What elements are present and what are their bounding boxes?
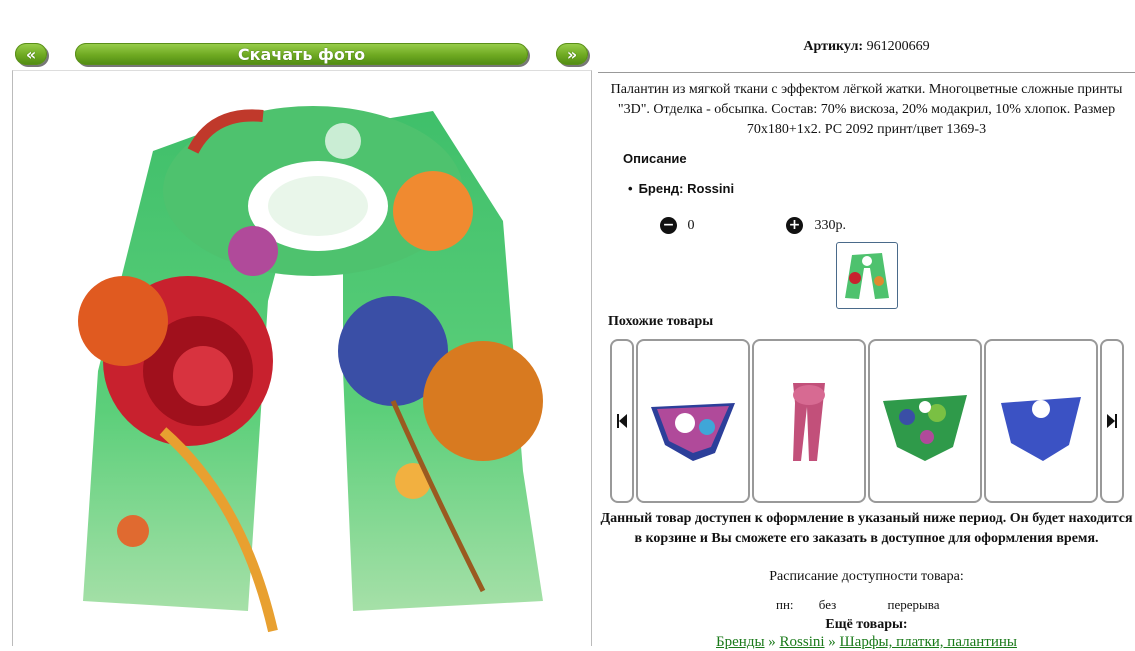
article-line: Артикул: 961200669 xyxy=(598,39,1135,55)
article-value: 961200669 xyxy=(866,39,930,54)
similar-item-1[interactable] xyxy=(636,339,750,503)
schedule-row: пн: без перерыва xyxy=(776,597,940,613)
carousel-next-button[interactable] xyxy=(1100,339,1124,503)
skip-back-icon xyxy=(617,414,627,428)
similar-item-4[interactable] xyxy=(984,339,1098,503)
product-photo-frame xyxy=(12,70,592,646)
product-description: Палантин из мягкой ткани с эффектом лёгк… xyxy=(610,82,1123,137)
plus-circle-icon[interactable]: + xyxy=(786,217,803,234)
product-photo[interactable] xyxy=(13,71,591,646)
article-label: Артикул: xyxy=(803,39,864,54)
breadcrumb-separator: » xyxy=(764,634,780,650)
price-value: 330р. xyxy=(814,217,847,233)
prev-photo-button[interactable]: « xyxy=(15,43,47,65)
breadcrumb-separator: » xyxy=(824,634,840,650)
schedule-to: перерыва xyxy=(887,597,940,612)
availability-notice: Данный товар доступен к оформление в ука… xyxy=(600,511,1133,546)
divider xyxy=(598,72,1135,73)
breadcrumb: Бренды » Rossini » Шарфы, платки, палант… xyxy=(598,634,1135,651)
similar-item-2[interactable] xyxy=(752,339,866,503)
schedule-title: Расписание доступности товара: xyxy=(769,569,964,584)
photo-thumbnail[interactable] xyxy=(836,242,898,309)
schedule-from: без xyxy=(818,597,837,612)
quantity-price-row: − 0 + 330р. xyxy=(660,217,846,234)
download-photo-button[interactable]: Скачать фото xyxy=(75,43,528,65)
next-photo-button[interactable]: » xyxy=(556,43,588,65)
similar-item-3[interactable] xyxy=(868,339,982,503)
skip-forward-icon xyxy=(1107,414,1117,428)
quantity-value: 0 xyxy=(687,217,695,233)
carousel-prev-button[interactable] xyxy=(610,339,634,503)
brand-line: Бренд: Rossini xyxy=(628,181,735,196)
schedule-day: пн: xyxy=(776,597,794,612)
more-products-title: Ещё товары: xyxy=(825,617,908,632)
breadcrumb-rossini-link[interactable]: Rossini xyxy=(780,634,825,650)
section-title: Описание xyxy=(623,151,687,166)
similar-products-title: Похожие товары xyxy=(608,314,714,329)
minus-circle-icon[interactable]: − xyxy=(660,217,677,234)
breadcrumb-scarves-link[interactable]: Шарфы, платки, палантины xyxy=(840,634,1017,650)
breadcrumb-brands-link[interactable]: Бренды xyxy=(716,634,765,650)
